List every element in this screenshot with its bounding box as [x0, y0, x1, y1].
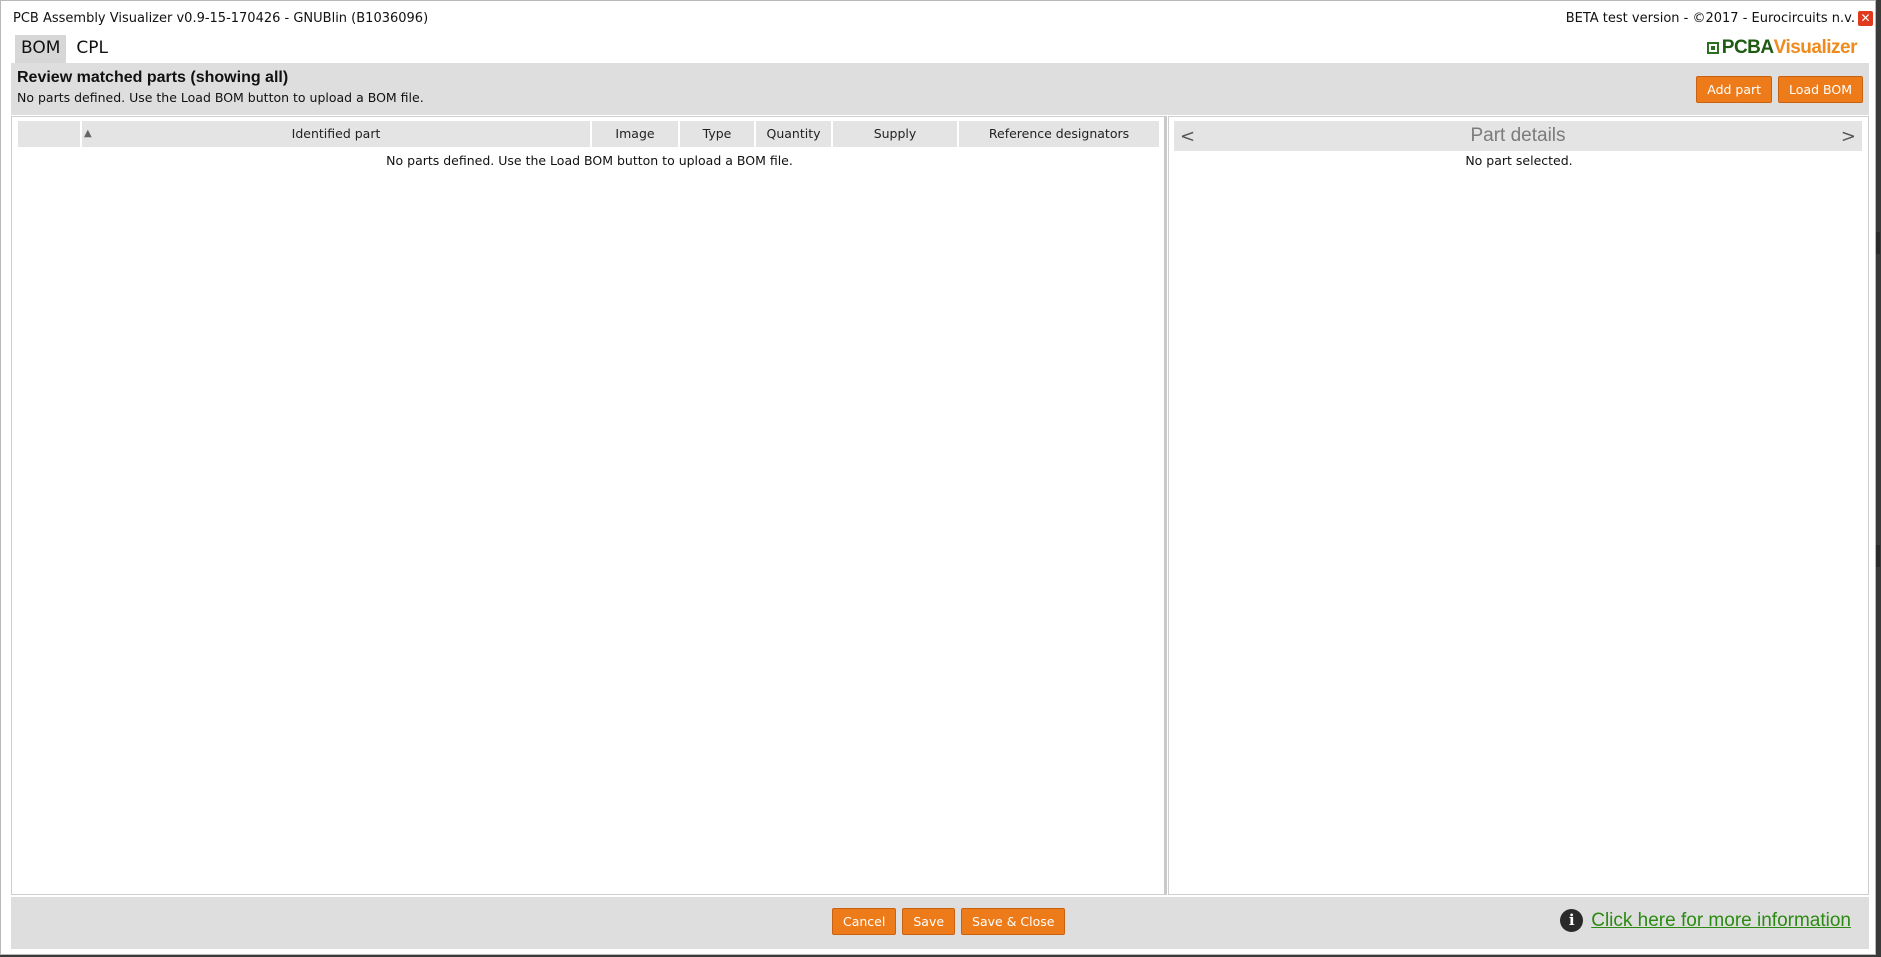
pcba-visualizer-logo: PCBA Visualizer	[1706, 37, 1858, 59]
copyright-text: BETA test version - ©2017 - Eurocircuits…	[1565, 10, 1855, 26]
title-right-area: BETA test version - ©2017 - Eurocircuits…	[1565, 10, 1875, 26]
logo-text-pcba: PCBA	[1721, 37, 1774, 58]
table-header: ▲ Identified part Image Type Quantity Su…	[18, 121, 1161, 147]
column-header-supply[interactable]: Supply	[833, 121, 959, 147]
load-bom-button[interactable]: Load BOM	[1778, 76, 1863, 103]
column-label-identified-part: Identified part	[291, 126, 381, 141]
panel-splitter[interactable]	[1164, 116, 1167, 895]
footer-bar: Cancel Save Save & Close i Click here fo…	[11, 897, 1869, 949]
save-button[interactable]: Save	[902, 908, 956, 935]
logo-text-visualizer: Visualizer	[1773, 37, 1858, 58]
background-edge-mark	[1876, 545, 1880, 567]
close-icon[interactable]: ✕	[1858, 10, 1873, 26]
header-actions: Add part Load BOM	[1696, 76, 1863, 103]
title-bar: PCB Assembly Visualizer v0.9-15-170426 -…	[1, 1, 1875, 35]
column-header-select[interactable]	[18, 121, 82, 147]
column-header-identified-part[interactable]: ▲ Identified part	[82, 121, 592, 147]
more-info-link-area[interactable]: i Click here for more information	[1560, 909, 1851, 932]
column-header-reference-designators[interactable]: Reference designators	[959, 121, 1161, 147]
app-window: PCB Assembly Visualizer v0.9-15-170426 -…	[0, 0, 1876, 955]
more-info-link[interactable]: Click here for more information	[1591, 910, 1851, 932]
previous-part-button[interactable]: <	[1180, 126, 1195, 147]
part-details-title: Part details	[1470, 125, 1566, 146]
window-title: PCB Assembly Visualizer v0.9-15-170426 -…	[13, 10, 429, 26]
tab-bar: BOM CPL	[15, 35, 114, 63]
tab-cpl[interactable]: CPL	[70, 35, 114, 63]
part-details-header: < Part details >	[1174, 121, 1862, 151]
part-details-empty-message: No part selected.	[1465, 153, 1573, 168]
table-empty-message: No parts defined. Use the Load BOM butto…	[386, 153, 793, 168]
add-part-button[interactable]: Add part	[1696, 76, 1773, 103]
next-part-button[interactable]: >	[1841, 126, 1856, 147]
chip-icon	[1706, 42, 1719, 54]
sort-ascending-icon: ▲	[84, 128, 92, 139]
footer-actions: Cancel Save Save & Close	[832, 908, 1066, 935]
column-header-type[interactable]: Type	[680, 121, 756, 147]
page-header: Review matched parts (showing all) No pa…	[11, 63, 1869, 115]
parts-table-panel: ▲ Identified part Image Type Quantity Su…	[11, 116, 1166, 895]
cancel-button[interactable]: Cancel	[832, 908, 897, 935]
column-header-quantity[interactable]: Quantity	[756, 121, 833, 147]
tab-bom[interactable]: BOM	[15, 35, 67, 63]
part-details-panel: < Part details > No part selected.	[1168, 116, 1869, 895]
info-icon: i	[1560, 909, 1584, 932]
save-close-button[interactable]: Save & Close	[961, 908, 1066, 935]
background-edge-mark	[1876, 232, 1880, 254]
column-header-image[interactable]: Image	[592, 121, 680, 147]
page-subtitle: No parts defined. Use the Load BOM butto…	[17, 90, 424, 105]
page-title: Review matched parts (showing all)	[17, 69, 289, 86]
